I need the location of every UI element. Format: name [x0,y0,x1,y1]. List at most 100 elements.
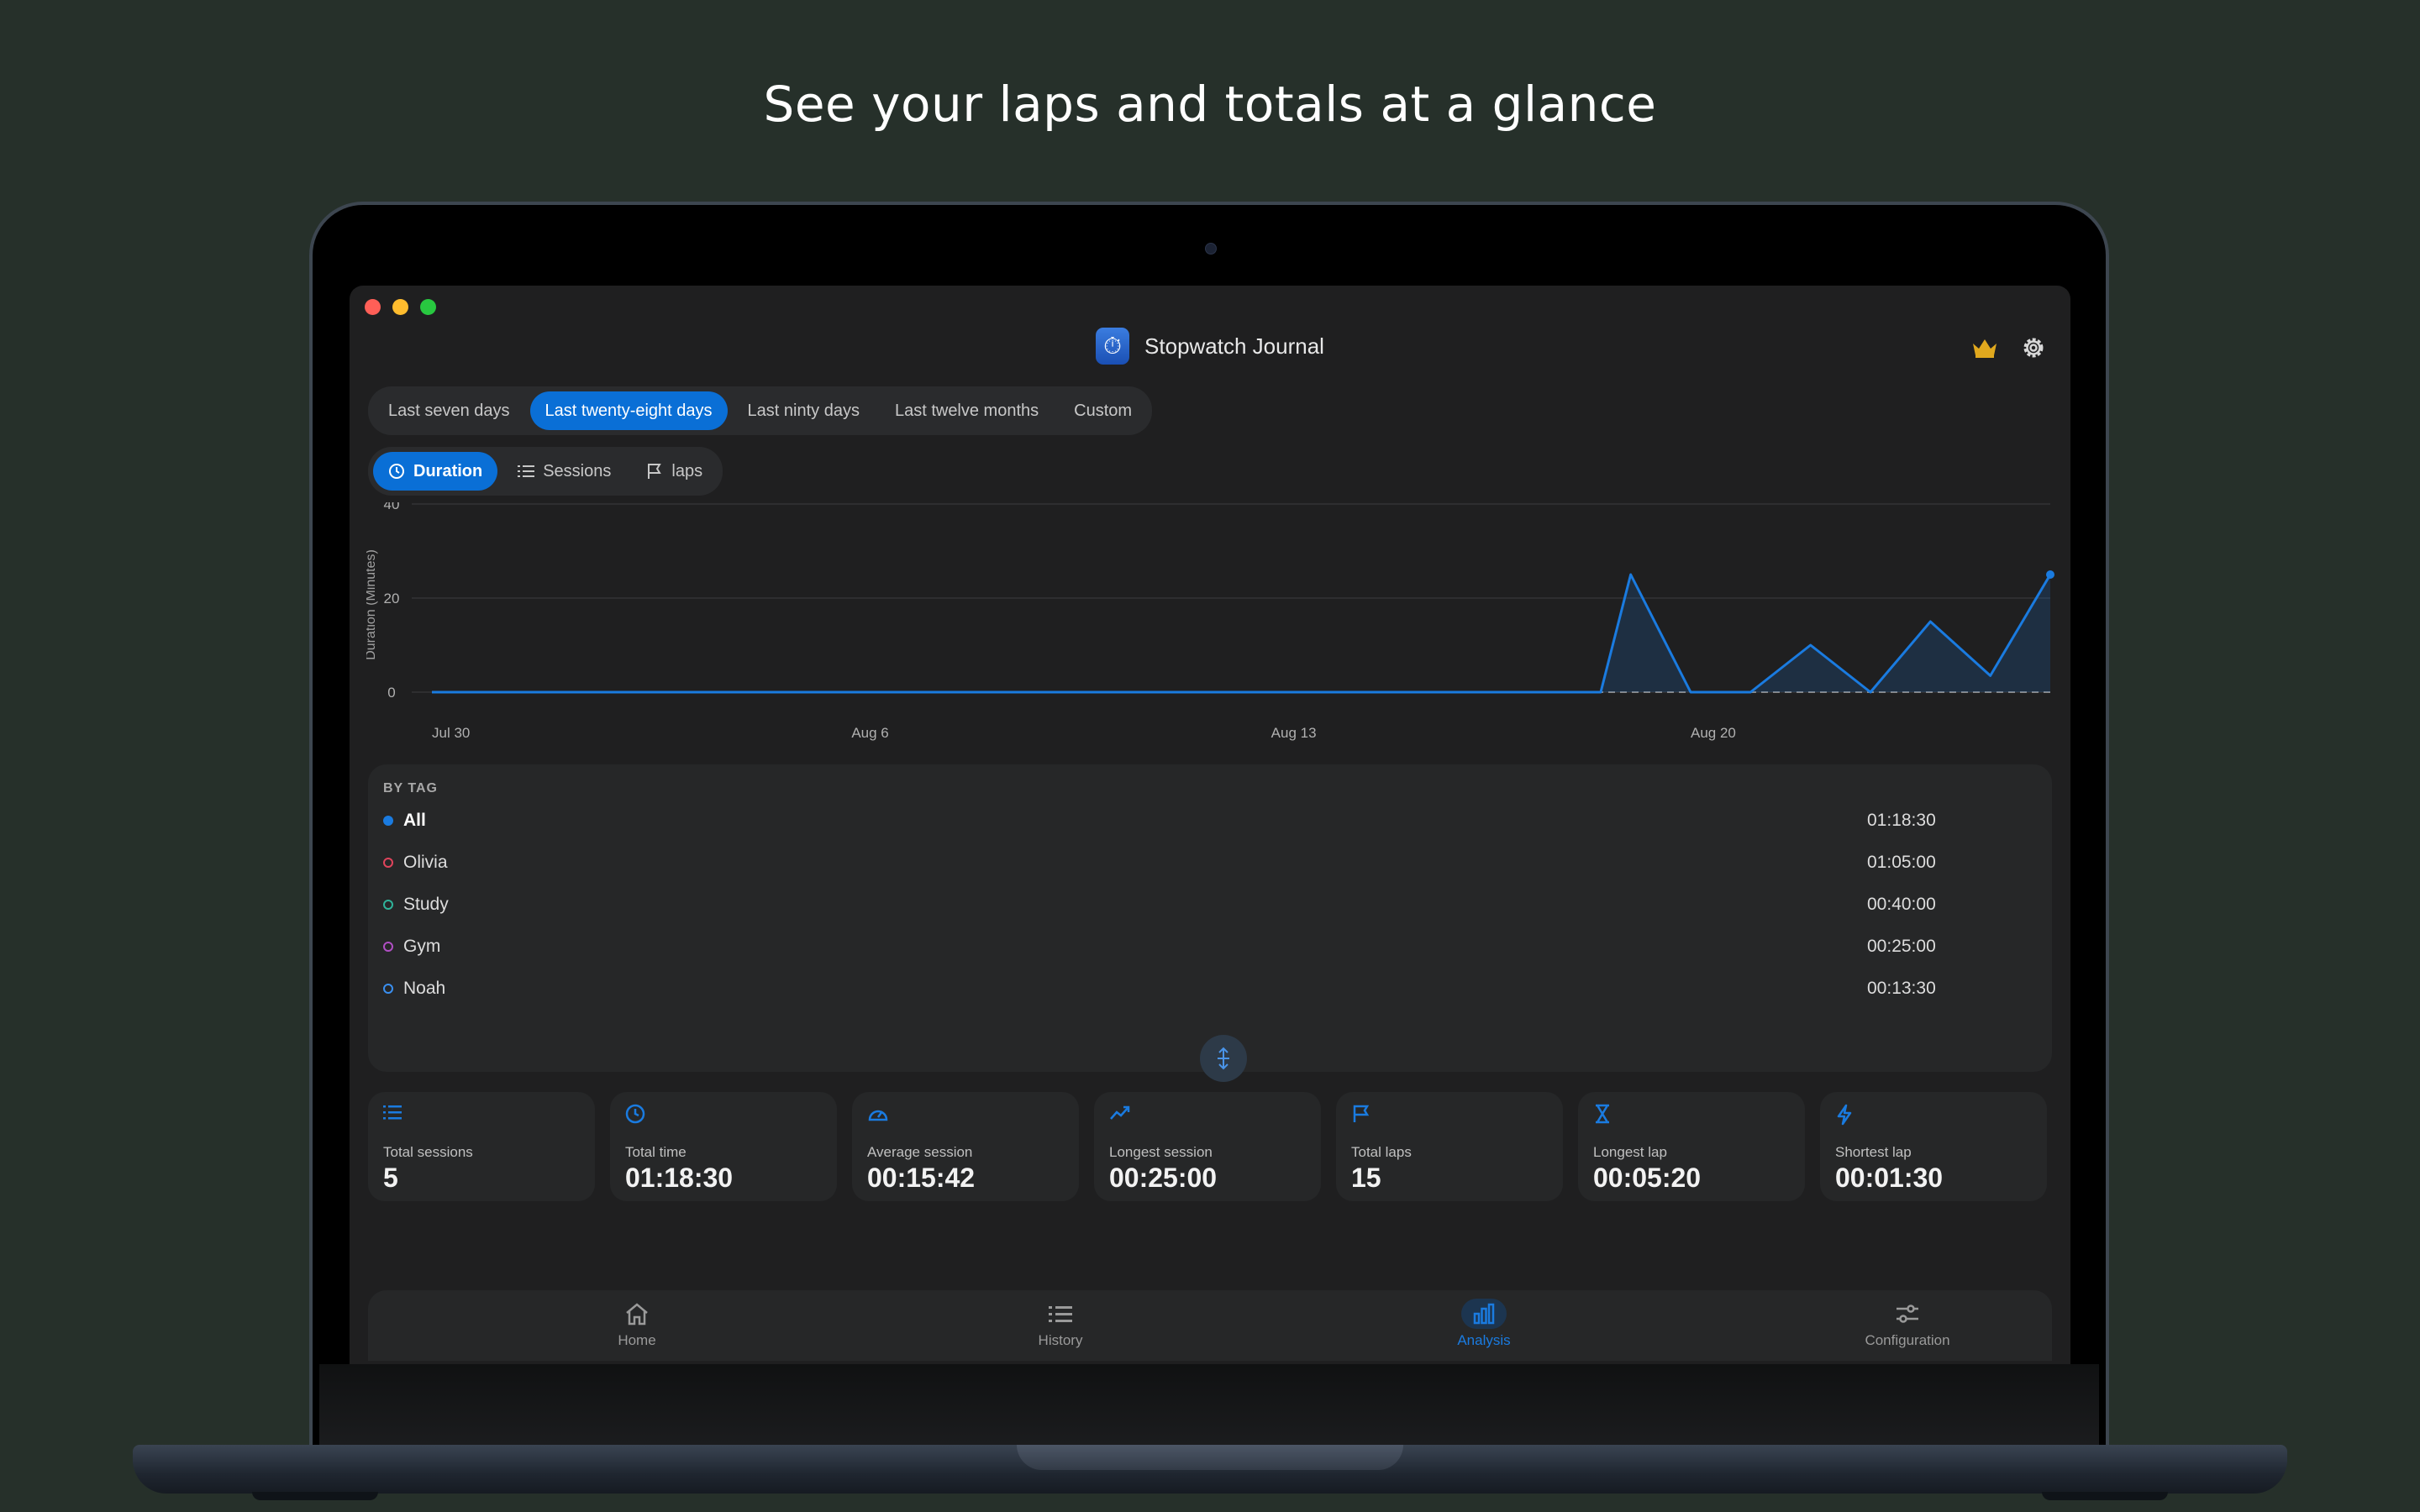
tab-label: Home [618,1332,656,1348]
x-tick-label: Aug 13 [1271,725,1317,741]
tab-label: History [1038,1332,1083,1348]
gear-icon[interactable] [2020,334,2047,361]
minimize-window-button[interactable] [392,299,408,315]
metric-tab-laps[interactable]: laps [631,452,718,491]
flag-icon [1353,1105,1370,1122]
stat-label: Average session [867,1144,973,1160]
sliders-icon [1897,1305,1918,1323]
range-tab-ninety-days[interactable]: Last ninty days [733,391,875,430]
laptop-chin [319,1364,2099,1445]
tag-row-study[interactable]: Study 00:40:00 [383,892,2030,917]
range-tab-twelve-months[interactable]: Last twelve months [880,391,1054,430]
stat-card-total-sessions: Total sessions 5 [368,1092,595,1201]
tag-row-olivia[interactable]: Olivia 01:05:00 [383,850,2030,875]
traffic-lights [365,299,436,315]
series-area [432,575,2050,692]
by-tag-title: BY TAG [383,781,438,795]
range-segmented-control: Last seven days Last twenty-eight days L… [368,386,1153,435]
metric-tab-duration[interactable]: Duration [373,452,498,491]
tab-label: Configuration [1865,1332,1950,1348]
tag-duration: 00:25:00 [1867,937,1936,956]
stat-value: 00:05:20 [1593,1163,1702,1193]
stat-value: 15 [1351,1163,1381,1193]
tag-duration: 01:05:00 [1867,853,1936,872]
home-icon [626,1303,648,1326]
stat-value: 5 [383,1163,398,1193]
range-tab-seven-days[interactable]: Last seven days [373,391,525,430]
clock-icon [625,1104,645,1124]
tag-name: Study [403,895,449,914]
stat-card-total-time: Total time 01:18:30 [610,1092,837,1201]
range-tab-twenty-eight-days[interactable]: Last twenty-eight days [529,391,728,430]
tag-name: All [403,811,426,830]
metric-tab-label: Sessions [543,462,612,480]
tag-name: Noah [403,979,446,998]
stat-card-shortest-lap: Shortest lap 00:01:30 [1820,1092,2047,1201]
tab-icon-wrap [1461,1299,1507,1329]
tag-duration: 01:18:30 [1867,811,1936,830]
tab-label: Analysis [1457,1332,1511,1348]
x-tick-label: Jul 30 [432,725,470,741]
range-tab-custom[interactable]: Custom [1059,391,1147,430]
tab-analysis[interactable]: Analysis [1400,1299,1568,1349]
tag-color-dot [383,858,393,868]
window-title-bar: ⏱ Stopwatch Journal [350,328,2070,365]
y-tick-label: 40 [384,502,400,512]
stat-label: Longest lap [1593,1144,1667,1160]
stat-label: Longest session [1109,1144,1213,1160]
y-axis-label: Duration (Minutes) [366,549,378,660]
expand-vertical-icon [1218,1047,1229,1070]
stat-card-longest-session: Longest session 00:25:00 [1094,1092,1321,1201]
toolbar-icons [1971,334,2047,361]
expand-button[interactable] [1200,1035,1247,1082]
speedometer-icon [868,1110,888,1121]
hourglass-icon [1596,1104,1609,1124]
stopwatch-app-icon: ⏱ [1096,328,1130,365]
tab-icon-wrap [614,1299,660,1329]
metric-tab-sessions[interactable]: Sessions [502,452,626,491]
stat-value: 00:15:42 [867,1163,976,1193]
bottom-tab-bar: Home History Analysis Configuration [368,1290,2052,1361]
stat-label: Total time [625,1144,687,1160]
tab-history[interactable]: History [976,1299,1144,1349]
tag-row-gym[interactable]: Gym 00:25:00 [383,934,2030,959]
camera-icon [1205,243,1217,255]
stat-value: 00:25:00 [1109,1163,1218,1193]
app-window: ⏱ Stopwatch Journal Last seven days Last… [350,286,2070,1364]
flag-icon [648,464,662,479]
tab-icon-wrap [1885,1299,1930,1329]
tag-color-dot [383,900,393,910]
tab-home[interactable]: Home [553,1299,721,1349]
metric-tab-label: Duration [413,462,483,480]
stat-value: 01:18:30 [625,1163,734,1193]
tag-row-noah[interactable]: Noah 00:13:30 [383,976,2030,1001]
tab-configuration[interactable]: Configuration [1823,1299,1991,1349]
list-icon [1049,1306,1072,1322]
stat-card-longest-lap: Longest lap 00:05:20 [1578,1092,1805,1201]
tag-duration: 00:40:00 [1867,895,1936,914]
y-tick-label: 0 [387,685,395,701]
bolt-icon [1837,1104,1852,1126]
tag-name: Gym [403,937,441,956]
data-point [2046,570,2054,579]
stat-card-average-session: Average session 00:15:42 [852,1092,1079,1201]
stat-label: Shortest lap [1835,1144,1912,1160]
zoom-window-button[interactable] [420,299,436,315]
x-tick-label: Aug 20 [1691,725,1736,741]
trend-up-icon [1110,1105,1130,1120]
close-window-button[interactable] [365,299,381,315]
stat-label: Total sessions [383,1144,473,1160]
metric-segmented-control: Duration Sessions laps [368,447,723,496]
y-tick-label: 20 [384,591,400,606]
headline: See your laps and totals at a glance [763,76,1657,133]
stat-label: Total laps [1351,1144,1412,1160]
tab-icon-wrap [1038,1299,1083,1329]
stat-value: 00:01:30 [1835,1163,1944,1193]
by-tag-card: BY TAG All 01:18:30 Olivia 01:05:00 Stud… [368,764,2052,1082]
x-tick-label: Aug 6 [851,725,888,741]
clock-icon [389,464,404,479]
tag-name: Olivia [403,853,448,872]
tag-row-all[interactable]: All 01:18:30 [383,808,2030,833]
crown-icon[interactable] [1971,337,1998,359]
tag-color-dot [383,942,393,952]
